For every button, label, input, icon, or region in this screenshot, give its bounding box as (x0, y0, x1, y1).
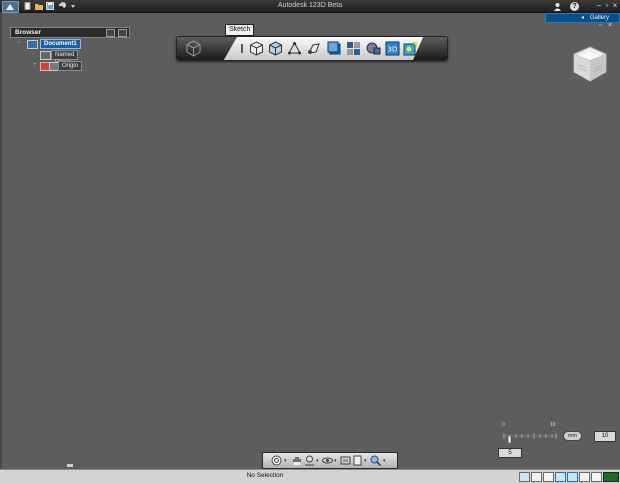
primitive-icon[interactable] (327, 41, 342, 56)
steering-wheel-icon[interactable] (271, 455, 282, 466)
chevron-down-icon[interactable]: ▾ (334, 458, 337, 464)
orbit-view-icon[interactable] (579, 472, 590, 482)
folder-icon (40, 51, 51, 60)
status-bar: No Selection (0, 469, 620, 483)
gallery-close-icon[interactable]: × (608, 22, 612, 29)
browser-panel-header: Browser (10, 27, 130, 38)
scale-ruler (502, 433, 558, 443)
gallery-label: Gallery (590, 15, 610, 21)
text3d-icon[interactable]: 3D (385, 41, 400, 56)
title-bar: Autodesk 123D Beta ? – ▫ × (0, 0, 620, 13)
chevron-down-icon[interactable]: ▾ (316, 458, 319, 464)
browser-pin-icon[interactable] (106, 29, 115, 37)
window-title: Autodesk 123D Beta (277, 2, 343, 9)
tree-expander[interactable]: + (33, 61, 37, 69)
cylinder-icon[interactable] (268, 41, 283, 56)
grid-display-icon[interactable] (591, 472, 602, 482)
toolbar-end-cap (413, 37, 447, 60)
scale-sub-value-field[interactable]: 5 (498, 448, 522, 458)
unit-toggle-button[interactable]: mm (563, 431, 582, 441)
minimize-icon[interactable]: – (595, 1, 603, 10)
snap-icon[interactable] (531, 472, 542, 482)
tree-item-label: Named Views (51, 50, 79, 66)
combine-icon[interactable] (366, 41, 381, 56)
wireframe-view-icon[interactable] (567, 472, 578, 482)
navigation-bar: ▾ ▾ ▾ ▾ ▾ (262, 452, 398, 469)
grid-snap-icon[interactable] (543, 472, 554, 482)
tree-expander[interactable]: − (17, 39, 21, 47)
scale-slider-handle (507, 435, 512, 443)
pattern-icon[interactable] (346, 41, 361, 56)
scale-tick-start: 0 (502, 422, 505, 428)
gallery-restore-icon[interactable]: ▫ (599, 22, 601, 29)
scale-tick-end: 10 (550, 422, 556, 428)
fit-icon[interactable] (340, 455, 351, 466)
left-edge-bar (0, 12, 2, 469)
box-icon[interactable] (249, 41, 264, 56)
measure-icon[interactable] (403, 41, 418, 56)
view-cube[interactable] (570, 44, 610, 84)
select-mode-icon[interactable] (519, 472, 530, 482)
look-at-icon[interactable] (352, 455, 363, 466)
tree-item-label: Document1 (40, 39, 81, 49)
zoom-icon[interactable] (304, 455, 315, 466)
tree-item-label: Origin (58, 61, 83, 71)
svg-text:3D: 3D (388, 46, 398, 54)
orbit-icon[interactable] (322, 455, 333, 466)
main-toolbar: 3D (176, 36, 448, 61)
close-icon[interactable]: × (611, 1, 619, 10)
chevron-down-icon[interactable]: ▾ (284, 458, 287, 464)
chevron-down-icon[interactable]: ▾ (383, 458, 386, 464)
cube-logo-icon[interactable] (185, 40, 202, 57)
gallery-arrow-icon: ◂ (581, 15, 585, 21)
toolbar-logo-area (177, 37, 237, 60)
scale-value-field[interactable]: 10 (594, 431, 616, 442)
zoom-window-icon[interactable] (370, 455, 381, 466)
community-icon[interactable] (553, 2, 562, 11)
browser-close-icon[interactable] (118, 29, 127, 37)
shaded-view-icon[interactable] (555, 472, 566, 482)
pan-icon[interactable] (291, 455, 302, 466)
sketch-tooltip: Sketch (225, 24, 255, 36)
document-icon (27, 40, 38, 49)
browser-title: Browser (15, 29, 42, 36)
status-text: No Selection (246, 472, 284, 479)
restore-icon[interactable]: ▫ (603, 1, 611, 10)
chevron-down-icon[interactable]: ▾ (364, 458, 367, 464)
performance-icon (603, 472, 619, 482)
panel-resize-handle[interactable] (67, 464, 73, 467)
sphere-icon[interactable] (306, 41, 321, 56)
help-icon[interactable]: ? (570, 2, 579, 11)
info-icon[interactable] (235, 41, 250, 56)
cone-icon[interactable] (287, 41, 302, 56)
